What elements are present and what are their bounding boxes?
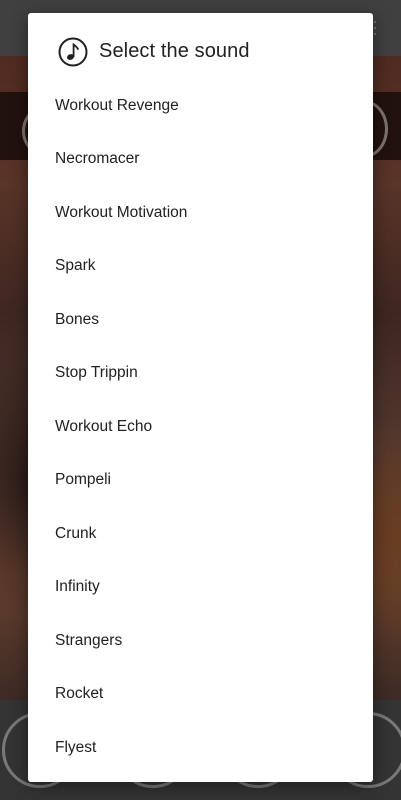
sound-item-rocket[interactable]: Rocket <box>28 668 373 722</box>
sound-item-workout-revenge[interactable]: Workout Revenge <box>28 79 373 133</box>
sound-item-strangers[interactable]: Strangers <box>28 614 373 668</box>
sound-item-pompeli[interactable]: Pompeli <box>28 454 373 508</box>
sound-item-bones[interactable]: Bones <box>28 293 373 347</box>
sound-item-spark[interactable]: Spark <box>28 240 373 294</box>
sound-item-workout-echo[interactable]: Workout Echo <box>28 400 373 454</box>
music-note-icon <box>58 37 88 67</box>
sound-list: Workout Revenge Necromacer Workout Motiv… <box>28 79 373 775</box>
dialog-title: Select the sound <box>99 40 250 62</box>
sound-item-stop-trippin[interactable]: Stop Trippin <box>28 347 373 401</box>
sound-item-crunk[interactable]: Crunk <box>28 507 373 561</box>
sound-item-infinity[interactable]: Infinity <box>28 561 373 615</box>
sound-item-necromacer[interactable]: Necromacer <box>28 133 373 187</box>
select-sound-dialog: Select the sound Workout Revenge Necroma… <box>28 13 373 782</box>
sound-item-workout-motivation[interactable]: Workout Motivation <box>28 186 373 240</box>
sound-item-flyest[interactable]: Flyest <box>28 721 373 775</box>
